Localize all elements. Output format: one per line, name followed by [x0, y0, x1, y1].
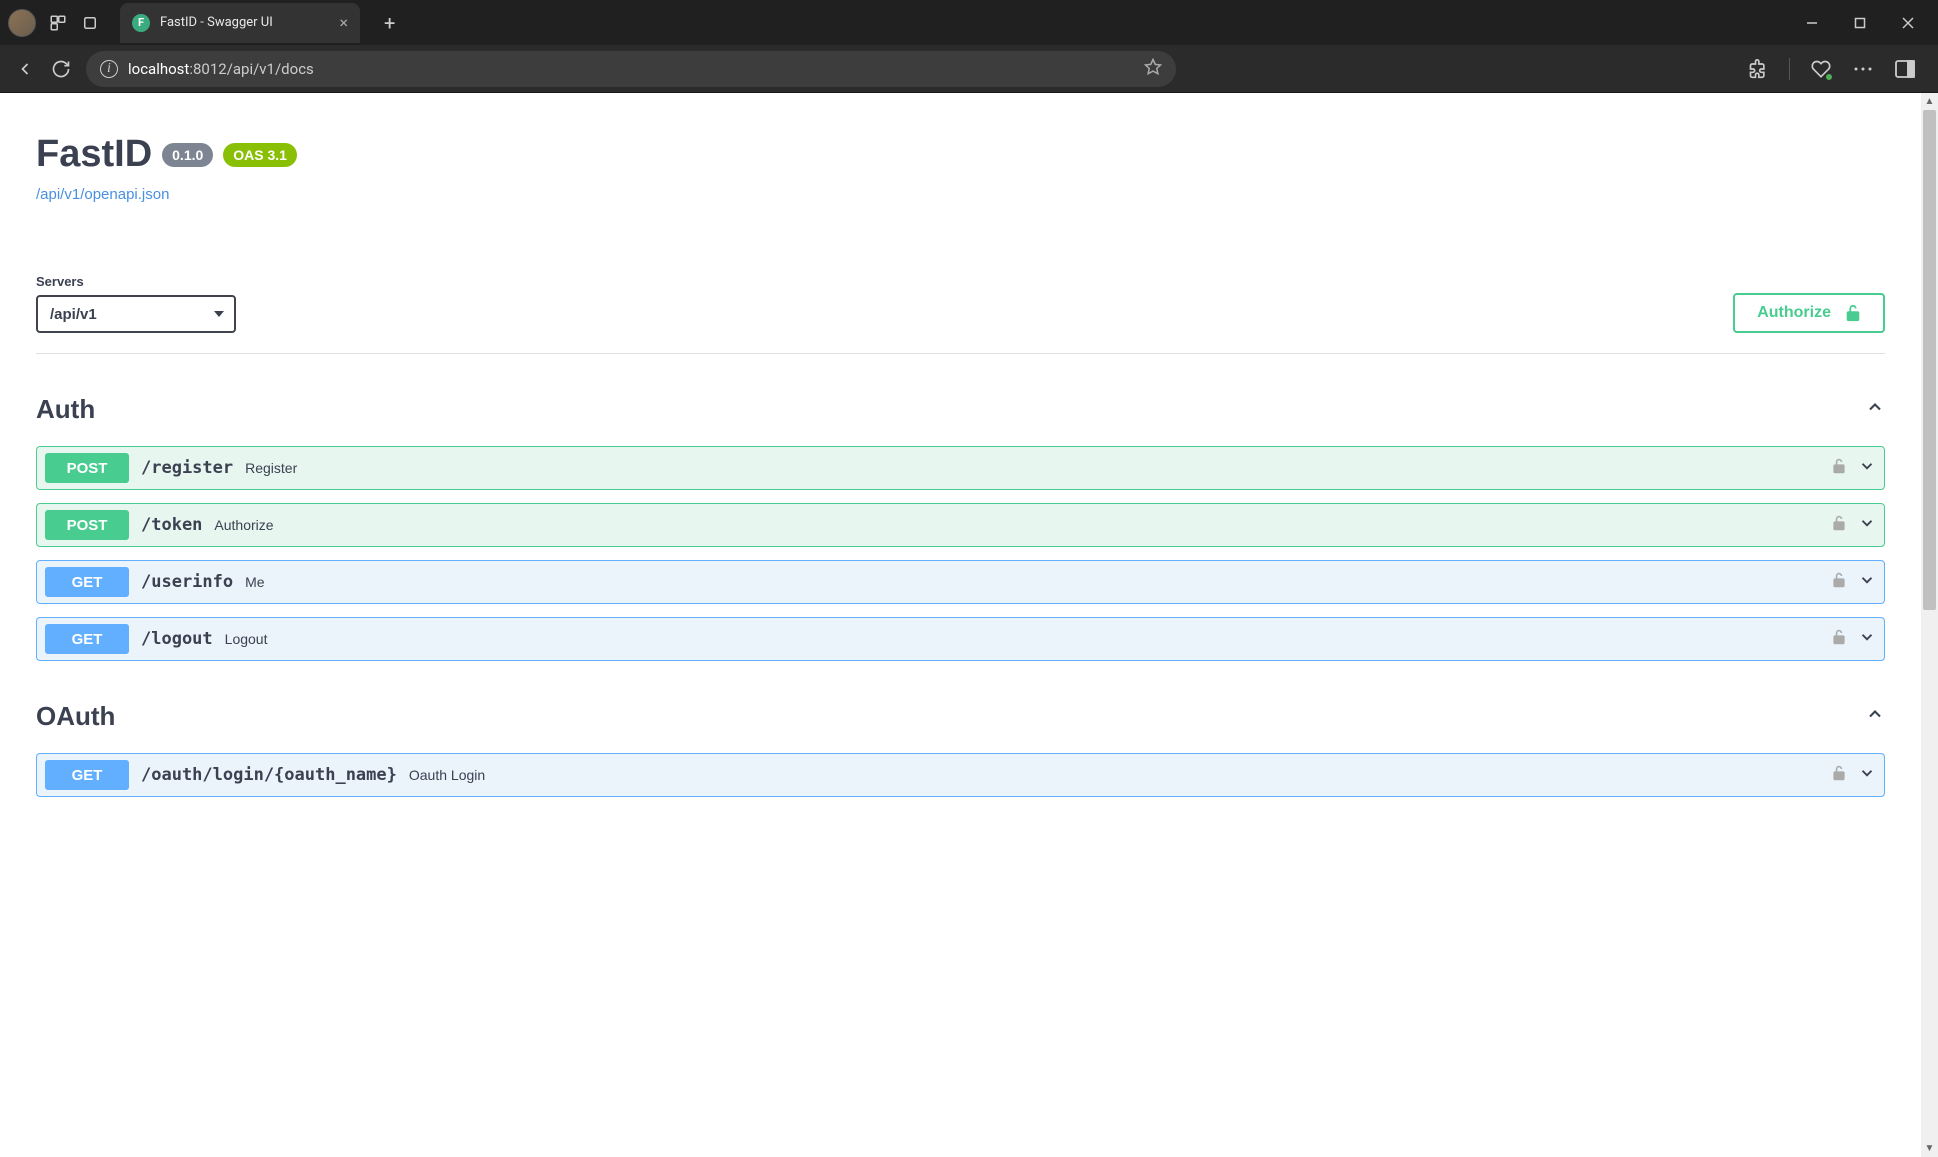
health-icon[interactable]	[1810, 58, 1832, 80]
endpoint-summary: Oauth Login	[409, 767, 485, 783]
endpoint-path: /userinfo	[141, 572, 233, 592]
api-title: FastID	[36, 133, 152, 176]
servers-select-wrap: /api/v1	[36, 295, 236, 333]
method-badge: POST	[45, 453, 129, 483]
addressbar[interactable]: i localhost:8012/api/v1/docs	[86, 51, 1176, 87]
extensions-icon[interactable]	[1747, 58, 1769, 80]
endpoint-path: /register	[141, 458, 233, 478]
endpoint-actions	[1832, 628, 1876, 651]
chevron-down-icon[interactable]	[1858, 764, 1876, 787]
tab-favicon-icon: F	[132, 14, 150, 32]
url-text: localhost:8012/api/v1/docs	[128, 60, 1134, 78]
new-tab-button[interactable]: +	[384, 11, 395, 35]
tags-container: Auth POST/register Register POST/token Autho…	[36, 386, 1885, 797]
maximize-button[interactable]	[1850, 13, 1870, 33]
authorize-button[interactable]: Authorize	[1733, 293, 1885, 333]
tag-name: Auth	[36, 394, 95, 425]
servers-label: Servers	[36, 274, 236, 289]
oas-badge: OAS 3.1	[223, 143, 297, 167]
endpoint-row[interactable]: GET/logout Logout	[36, 617, 1885, 661]
profile-avatar[interactable]	[8, 9, 36, 37]
close-window-button[interactable]	[1898, 13, 1918, 33]
authorize-label: Authorize	[1757, 304, 1831, 322]
scroll-up-icon[interactable]: ▲	[1921, 93, 1938, 110]
minimize-button[interactable]	[1802, 13, 1822, 33]
lock-icon[interactable]	[1832, 572, 1846, 593]
method-badge: GET	[45, 760, 129, 790]
endpoint-path: /token	[141, 515, 202, 535]
lock-icon[interactable]	[1832, 458, 1846, 479]
favorite-icon[interactable]	[1144, 58, 1162, 80]
chevron-up-icon	[1865, 704, 1885, 729]
lock-icon[interactable]	[1832, 515, 1846, 536]
lock-icon[interactable]	[1832, 765, 1846, 786]
url-port: :8012	[189, 60, 226, 78]
close-tab-icon[interactable]: ×	[339, 13, 348, 32]
servers-block: Servers /api/v1	[36, 274, 236, 333]
endpoint-actions	[1832, 571, 1876, 594]
endpoint-row[interactable]: GET/userinfo Me	[36, 560, 1885, 604]
tag-section: Auth POST/register Register POST/token Autho…	[36, 386, 1885, 661]
addressbar-row: i localhost:8012/api/v1/docs	[0, 45, 1938, 93]
back-button[interactable]	[14, 58, 36, 80]
chevron-down-icon[interactable]	[1858, 514, 1876, 537]
endpoint-summary: Me	[245, 574, 264, 590]
url-host: localhost	[128, 60, 189, 78]
api-header: FastID 0.1.0 OAS 3.1	[36, 133, 1885, 176]
url-path: /api/v1/docs	[227, 60, 314, 78]
chevron-down-icon[interactable]	[1858, 457, 1876, 480]
titlebar: F FastID - Swagger UI × +	[0, 0, 1938, 45]
scroll-down-icon[interactable]: ▼	[1921, 1140, 1938, 1157]
more-icon[interactable]	[1852, 58, 1874, 80]
method-badge: GET	[45, 567, 129, 597]
openapi-link[interactable]: /api/v1/openapi.json	[36, 186, 169, 203]
endpoint-summary: Logout	[225, 631, 268, 647]
endpoint-row[interactable]: POST/token Authorize	[36, 503, 1885, 547]
endpoint-actions	[1832, 514, 1876, 537]
endpoint-actions	[1832, 764, 1876, 787]
scrollbar-thumb[interactable]	[1923, 110, 1936, 610]
endpoint-row[interactable]: GET/oauth/login/{oauth_name} Oauth Login	[36, 753, 1885, 797]
servers-select[interactable]: /api/v1	[36, 295, 236, 333]
version-badge: 0.1.0	[162, 143, 213, 167]
tag-section: OAuth GET/oauth/login/{oauth_name} Oauth L…	[36, 693, 1885, 797]
tab-title: FastID - Swagger UI	[160, 15, 329, 30]
unlock-icon	[1845, 304, 1861, 322]
toolbar-right	[1747, 58, 1924, 80]
endpoint-row[interactable]: POST/register Register	[36, 446, 1885, 490]
endpoint-summary: Authorize	[214, 517, 273, 533]
chevron-down-icon[interactable]	[1858, 571, 1876, 594]
separator	[1789, 58, 1790, 80]
tag-name: OAuth	[36, 701, 115, 732]
titlebar-left: F FastID - Swagger UI × +	[8, 3, 395, 43]
lock-icon[interactable]	[1832, 629, 1846, 650]
workspaces-icon[interactable]	[48, 13, 68, 33]
chevron-down-icon[interactable]	[1858, 628, 1876, 651]
content-wrapper: FastID 0.1.0 OAS 3.1 /api/v1/openapi.jso…	[0, 93, 1938, 1157]
chevron-up-icon	[1865, 397, 1885, 422]
tag-header[interactable]: OAuth	[36, 693, 1885, 740]
endpoint-path: /logout	[141, 629, 213, 649]
servers-section: Servers /api/v1 Authorize	[36, 274, 1885, 354]
method-badge: POST	[45, 510, 129, 540]
endpoint-summary: Register	[245, 460, 297, 476]
sidebar-toggle-icon[interactable]	[1894, 58, 1916, 80]
scrollbar[interactable]: ▲ ▼	[1921, 93, 1938, 1157]
tag-header[interactable]: Auth	[36, 386, 1885, 433]
endpoint-actions	[1832, 457, 1876, 480]
titlebar-right	[1802, 13, 1930, 33]
browser-window: F FastID - Swagger UI × + i	[0, 0, 1938, 1157]
tab-actions-icon[interactable]	[80, 13, 100, 33]
swagger-content: FastID 0.1.0 OAS 3.1 /api/v1/openapi.jso…	[0, 93, 1921, 1157]
refresh-button[interactable]	[50, 58, 72, 80]
site-info-icon[interactable]: i	[100, 60, 118, 78]
endpoint-path: /oauth/login/{oauth_name}	[141, 765, 397, 785]
browser-tab[interactable]: F FastID - Swagger UI ×	[120, 3, 360, 43]
method-badge: GET	[45, 624, 129, 654]
